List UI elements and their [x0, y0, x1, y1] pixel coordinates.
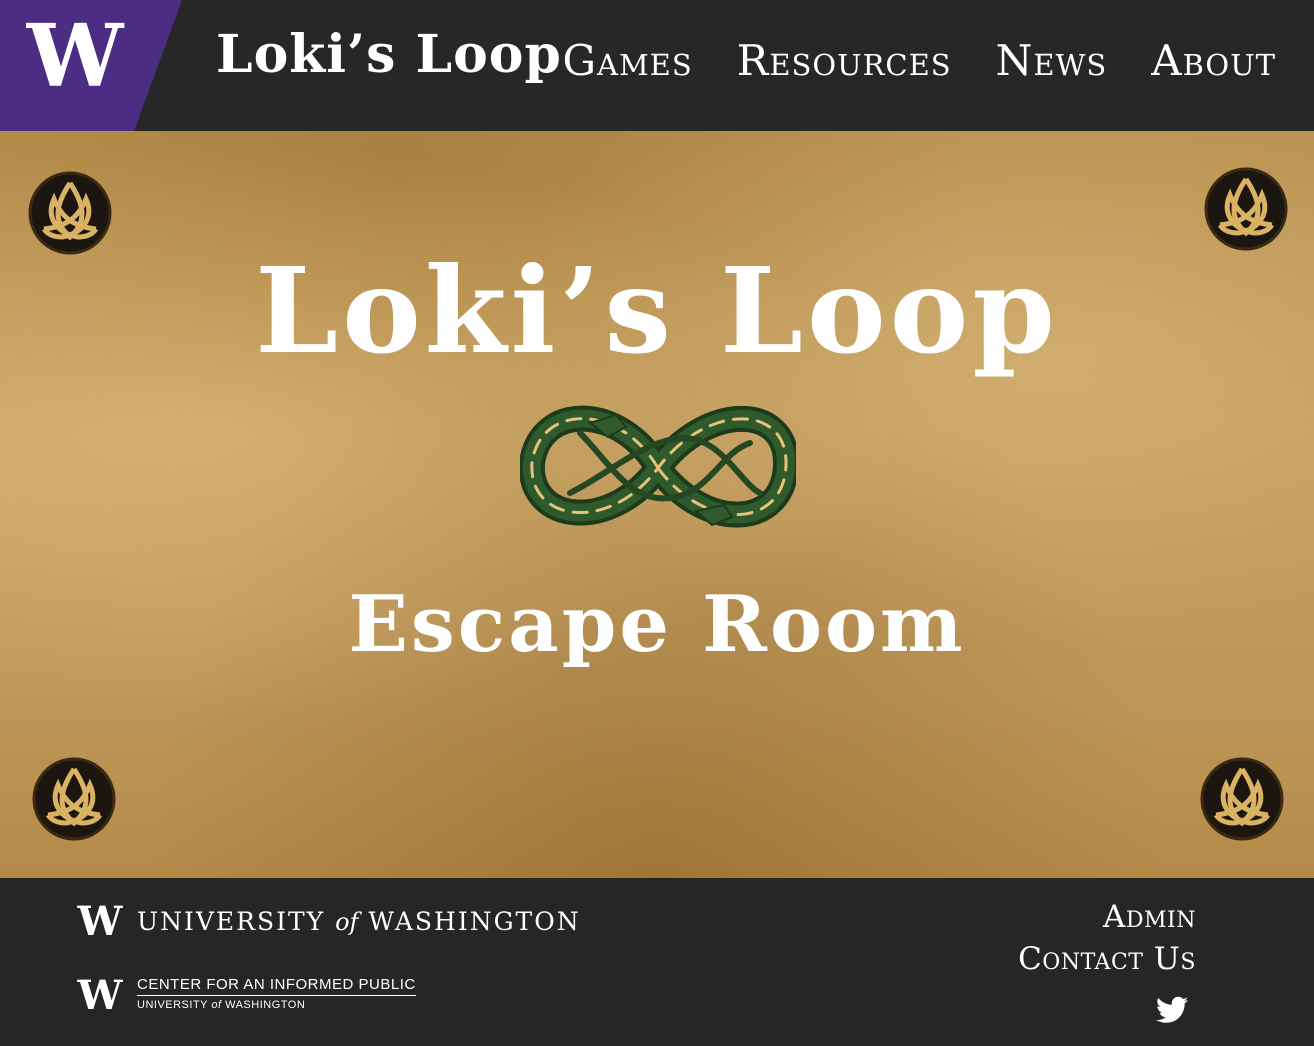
hero-subtitle: Escape Room — [348, 579, 966, 670]
triquetra-knot-icon — [1200, 757, 1284, 841]
nav-news[interactable]: News — [996, 36, 1108, 85]
cip-logo-link[interactable]: W CENTER FOR AN INFORMED PUBLIC UNIVERSI… — [75, 976, 416, 1012]
site-footer: W UNIVERSITY of WASHINGTON W CENTER FOR … — [0, 878, 1314, 1046]
uw-w-icon: W — [77, 976, 124, 1012]
cip-university: UNIVERSITY of WASHINGTON — [137, 999, 306, 1011]
nav-games[interactable]: Games — [562, 36, 692, 85]
uw-w-icon: W — [77, 904, 124, 938]
serpent-infinity-icon — [520, 405, 796, 528]
main-nav: Games Resources News About — [562, 36, 1276, 85]
uw-wordmark-link[interactable]: W UNIVERSITY of WASHINGTON — [75, 904, 581, 938]
hero-title: Loki’s Loop — [255, 241, 1059, 380]
nav-resources[interactable]: Resources — [737, 36, 952, 85]
site-title-link[interactable]: Loki’s Loop — [216, 24, 562, 85]
admin-link[interactable]: Admin — [1018, 896, 1196, 938]
cip-name: CENTER FOR AN INFORMED PUBLIC — [137, 976, 416, 996]
site-header: W Loki’s Loop Games Resources News About — [0, 0, 1314, 131]
contact-us-link[interactable]: Contact Us — [1018, 938, 1196, 980]
cip-wordmark-text: CENTER FOR AN INFORMED PUBLIC UNIVERSITY… — [137, 976, 416, 1011]
hero-banner: Loki’s Loop Escape Room — [0, 131, 1314, 878]
twitter-icon — [1156, 996, 1188, 1023]
uw-wordmark-text: UNIVERSITY of WASHINGTON — [137, 906, 581, 936]
svg-text:W: W — [26, 6, 125, 107]
triquetra-knot-icon — [32, 757, 116, 841]
footer-links: Admin Contact Us — [1018, 896, 1196, 980]
uw-logo-icon: W — [0, 0, 182, 131]
nav-about[interactable]: About — [1151, 36, 1276, 85]
uw-logo-link[interactable]: W — [0, 0, 182, 131]
svg-text:W: W — [77, 976, 124, 1012]
svg-text:W: W — [77, 904, 124, 938]
